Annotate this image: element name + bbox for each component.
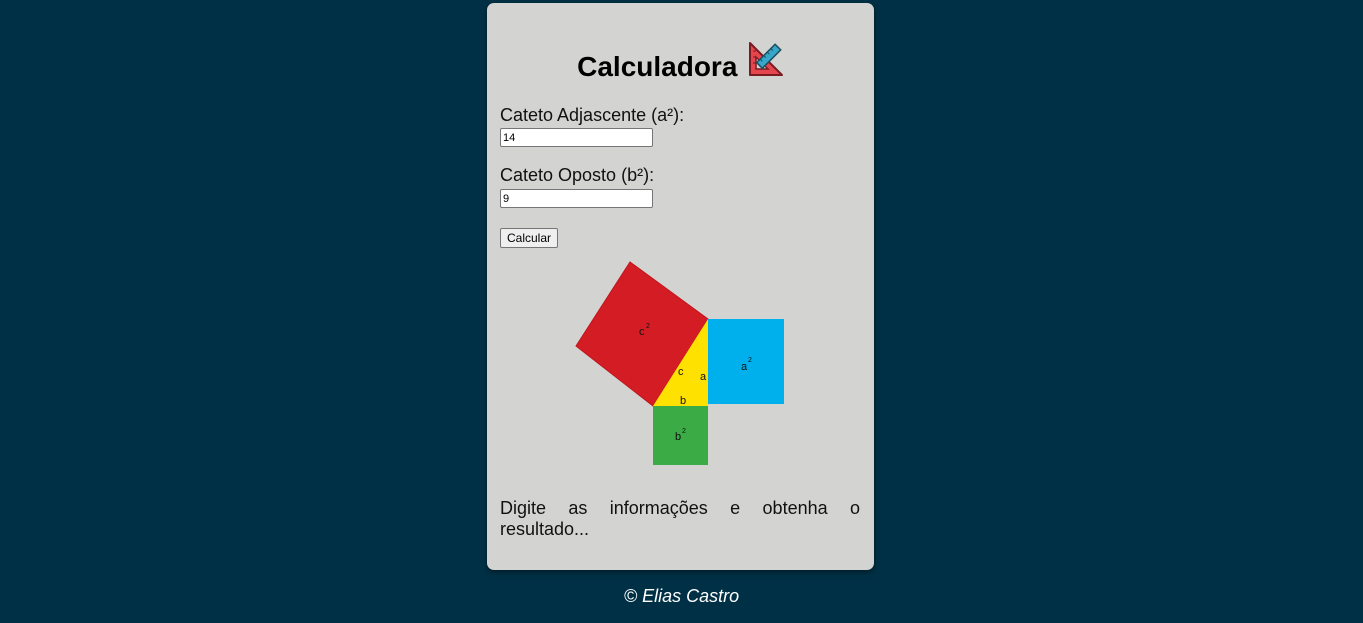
result-word: e: [730, 498, 741, 518]
result-word: as: [568, 498, 588, 518]
cateto-oposto-label: Cateto Oposto (b²):: [500, 165, 655, 185]
cateto-adjacente-input[interactable]: [500, 128, 653, 147]
result-word: obtenha: [762, 498, 828, 518]
footer-credit: © Elias Castro: [623, 586, 740, 606]
square-b-label: b: [675, 431, 681, 443]
square-c-sup: 2: [646, 323, 650, 330]
result-line-2: resultado...: [500, 519, 590, 539]
side-c-label: c: [678, 366, 684, 378]
cateto-adjacente-label: Cateto Adjascente (a²):: [500, 105, 685, 125]
page-title: Calculadora: [577, 51, 738, 82]
square-b-sup: 2: [682, 428, 686, 435]
calculator-card: Calculadora Cateto Adjascente (a²): Cate…: [487, 3, 874, 570]
header: Calculadora: [487, 39, 874, 83]
pythagoras-diagram: c 2 a 2 b 2 c a b: [575, 261, 784, 465]
cateto-oposto-input[interactable]: [500, 189, 653, 208]
result-word: o: [849, 498, 860, 518]
triangle-ruler-icon: [748, 41, 784, 77]
calcular-button[interactable]: Calcular: [500, 228, 559, 248]
result-line-1: Digite as informações e obtenha o: [500, 498, 860, 519]
result-word: Digite: [500, 498, 547, 518]
square-a-sup: 2: [748, 357, 752, 364]
result-text: Digite as informações e obtenha o result…: [500, 498, 860, 540]
result-word: informações: [609, 498, 708, 518]
side-b-label: b: [680, 395, 686, 407]
side-a-label: a: [700, 371, 707, 383]
square-a-label: a: [741, 361, 748, 373]
square-c-label: c: [639, 326, 645, 338]
